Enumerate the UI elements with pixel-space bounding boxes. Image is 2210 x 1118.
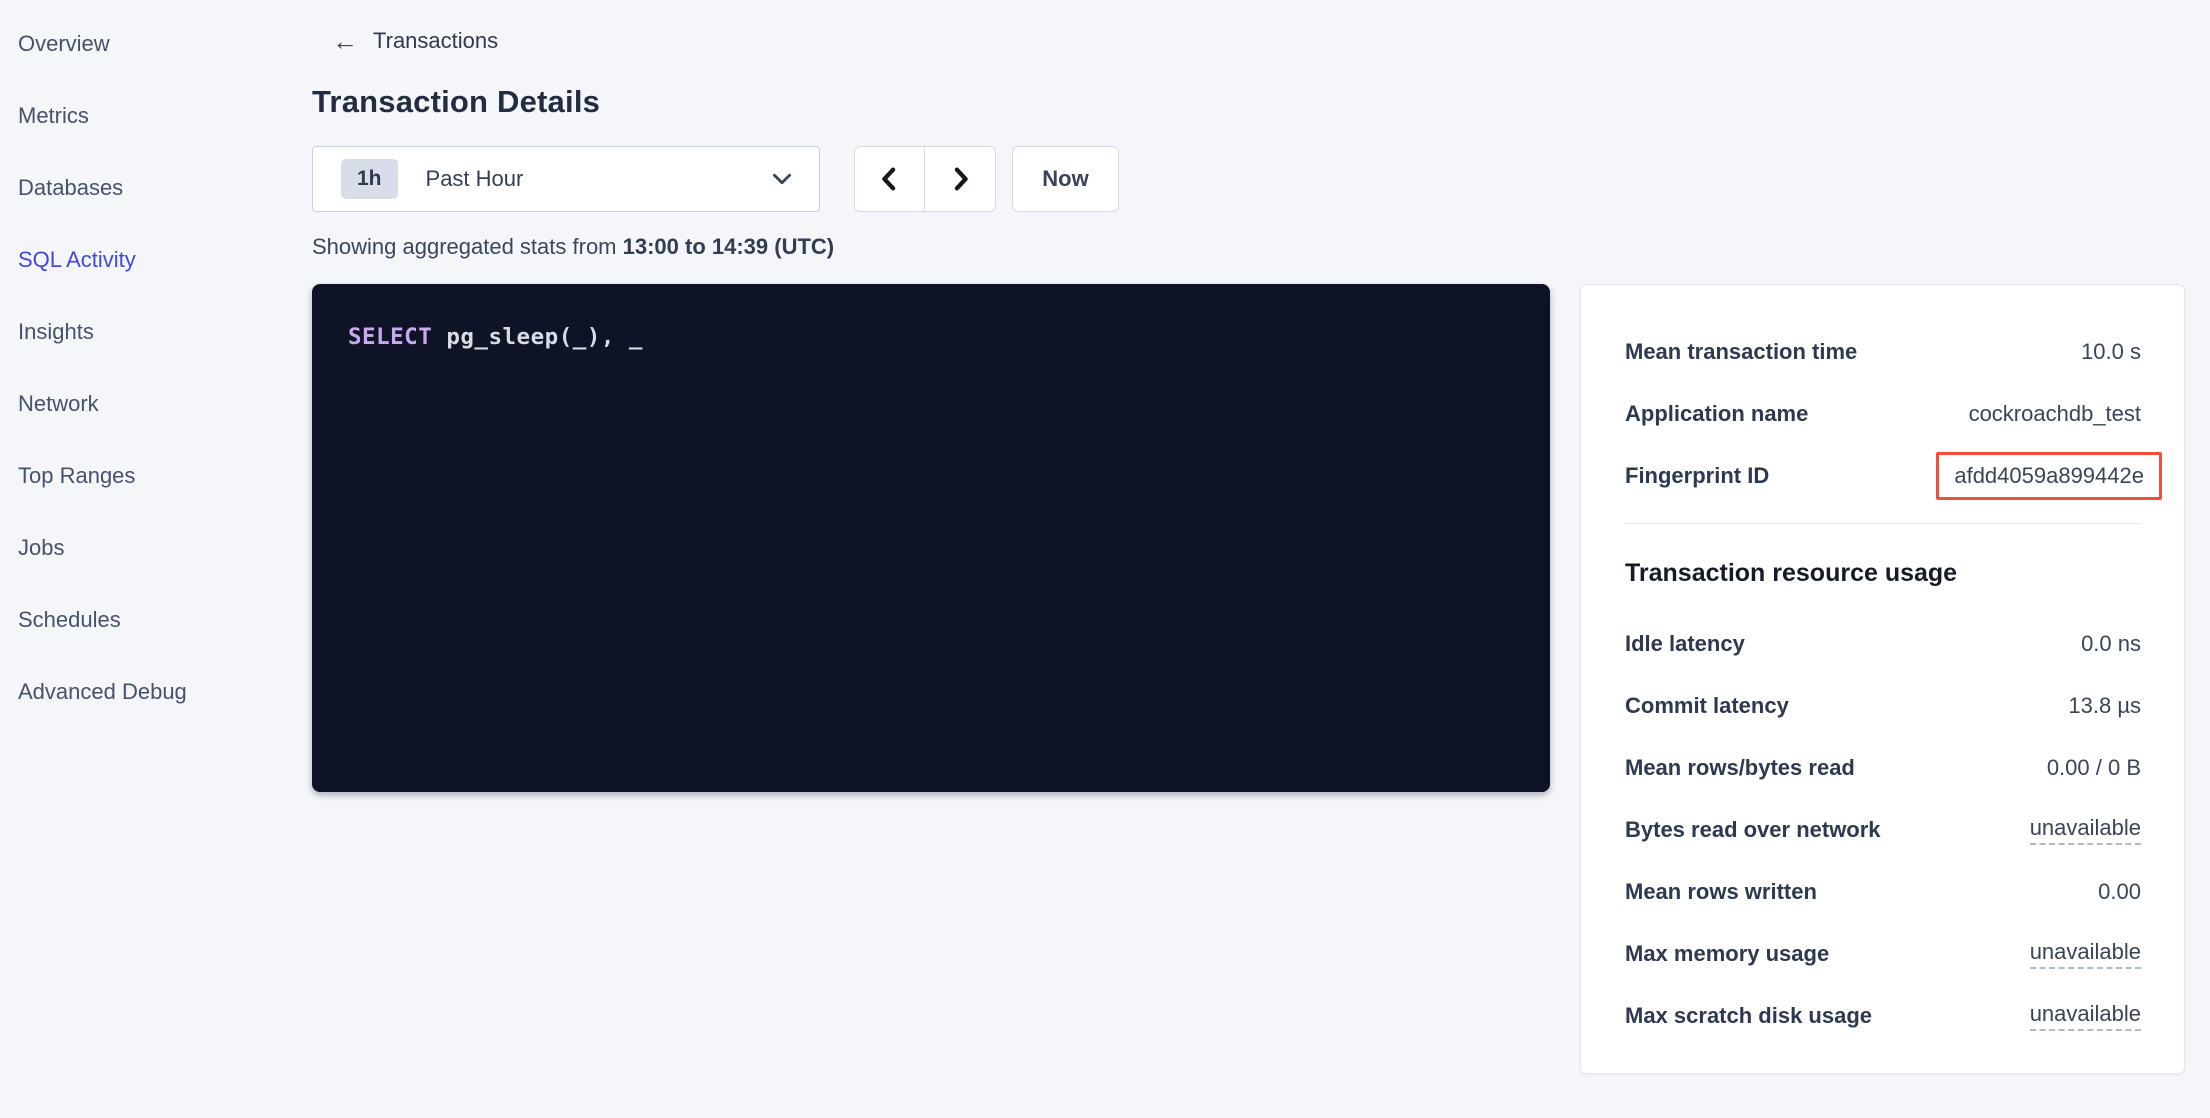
sql-keyword: SELECT [348, 324, 432, 350]
main-content: ← Transactions Transaction Details 1h Pa… [312, 0, 2210, 1118]
previous-interval-button[interactable] [855, 147, 925, 211]
sidebar-item-overview[interactable]: Overview [0, 8, 312, 80]
row-label: Bytes read over network [1625, 817, 1881, 843]
row-label: Mean rows written [1625, 879, 1817, 905]
now-button[interactable]: Now [1012, 146, 1119, 212]
time-range-badge: 1h [341, 159, 398, 199]
chevron-right-icon [945, 164, 975, 194]
time-range-select[interactable]: 1h Past Hour [312, 146, 820, 212]
sidebar-item-top-ranges[interactable]: Top Ranges [0, 440, 312, 512]
time-controls: 1h Past Hour Now [312, 146, 2210, 212]
sidebar-item-advanced-debug[interactable]: Advanced Debug [0, 656, 312, 728]
unavailable-value-tooltip[interactable]: unavailable [2030, 815, 2141, 845]
chevron-down-icon [769, 166, 795, 192]
sql-statement-panel: SELECT pg_sleep(_), _ [312, 284, 1550, 792]
row-label: Fingerprint ID [1625, 463, 1769, 489]
next-interval-button[interactable] [925, 147, 995, 211]
card-divider [1625, 523, 2141, 524]
time-step-button-group [854, 146, 996, 212]
transaction-details-card: Mean transaction time 10.0 s Application… [1580, 284, 2185, 1074]
sidebar-item-network[interactable]: Network [0, 368, 312, 440]
row-value: 10.0 s [2081, 339, 2141, 365]
sidebar-item-sql-activity[interactable]: SQL Activity [0, 224, 312, 296]
time-range-selected-value: Past Hour [426, 166, 524, 192]
row-value: 13.8 µs [2068, 693, 2141, 719]
resource-usage-section-title: Transaction resource usage [1625, 558, 2141, 589]
mean-rows-written-row: Mean rows written 0.00 [1625, 861, 2141, 923]
bytes-read-over-network-row: Bytes read over network unavailable [1625, 799, 2141, 861]
aggregation-interval-prefix: Showing aggregated stats from [312, 234, 623, 259]
sidebar-item-insights[interactable]: Insights [0, 296, 312, 368]
page-title: Transaction Details [312, 84, 2210, 120]
mean-transaction-time-row: Mean transaction time 10.0 s [1625, 321, 2141, 383]
breadcrumb: ← Transactions [332, 26, 2210, 56]
sidebar-item-schedules[interactable]: Schedules [0, 584, 312, 656]
unavailable-value-tooltip[interactable]: unavailable [2030, 939, 2141, 969]
aggregation-interval-range: 13:00 to 14:39 (UTC) [623, 234, 835, 259]
row-label: Mean transaction time [1625, 339, 1857, 365]
sidebar-item-metrics[interactable]: Metrics [0, 80, 312, 152]
commit-latency-row: Commit latency 13.8 µs [1625, 675, 2141, 737]
row-value: 0.00 [2098, 879, 2141, 905]
aggregation-interval-text: Showing aggregated stats from 13:00 to 1… [312, 234, 2210, 260]
sql-statement-text: SELECT pg_sleep(_), _ [348, 324, 1514, 350]
fingerprint-id-row: Fingerprint ID afdd4059a899442e [1625, 445, 2141, 507]
mean-rows-bytes-read-row: Mean rows/bytes read 0.00 / 0 B [1625, 737, 2141, 799]
sql-statement-body: pg_sleep(_), _ [432, 324, 643, 350]
max-scratch-disk-usage-row: Max scratch disk usage unavailable [1625, 985, 2141, 1047]
unavailable-value-tooltip[interactable]: unavailable [2030, 1001, 2141, 1031]
content-row: SELECT pg_sleep(_), _ Mean transaction t… [312, 284, 2210, 1074]
fingerprint-id-highlight: afdd4059a899442e [1936, 452, 2162, 500]
max-memory-usage-row: Max memory usage unavailable [1625, 923, 2141, 985]
row-label: Commit latency [1625, 693, 1789, 719]
breadcrumb-transactions-link[interactable]: Transactions [373, 28, 498, 54]
row-value: cockroachdb_test [1969, 401, 2141, 427]
row-label: Max scratch disk usage [1625, 1003, 1872, 1029]
row-value: 0.00 / 0 B [2047, 755, 2141, 781]
row-label: Application name [1625, 401, 1808, 427]
application-name-row: Application name cockroachdb_test [1625, 383, 2141, 445]
chevron-left-icon [875, 164, 905, 194]
sidebar-item-jobs[interactable]: Jobs [0, 512, 312, 584]
idle-latency-row: Idle latency 0.0 ns [1625, 613, 2141, 675]
row-label: Mean rows/bytes read [1625, 755, 1855, 781]
back-arrow-icon[interactable]: ← [332, 28, 358, 54]
sidebar: Overview Metrics Databases SQL Activity … [0, 0, 312, 1118]
row-value: 0.0 ns [2081, 631, 2141, 657]
row-label: Idle latency [1625, 631, 1745, 657]
sidebar-item-databases[interactable]: Databases [0, 152, 312, 224]
row-label: Max memory usage [1625, 941, 1829, 967]
